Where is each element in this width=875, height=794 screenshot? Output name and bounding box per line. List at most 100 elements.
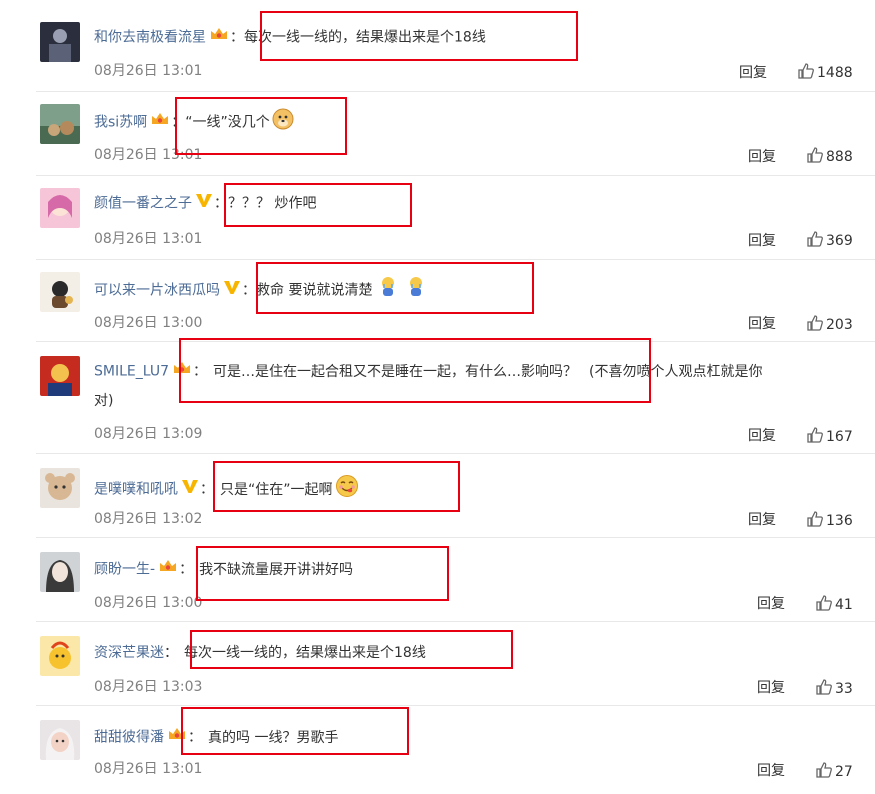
comment-item: 颜值一番之之子：？？？ 炒作吧 08月26日 13:01 回复 369 (0, 176, 875, 260)
comment-content: 只是“住在”一起啊 (220, 481, 333, 498)
comment-timestamp: 08月26日 13:09 (94, 426, 203, 442)
comment-item: 我si苏啊 ：“一线”没几个 08月26日 13:01 回复 888 (0, 92, 875, 176)
avatar[interactable] (40, 188, 80, 228)
thumbs-up-icon (807, 147, 823, 163)
like-button[interactable]: 369 (806, 230, 853, 249)
crying-figure-emoji-icon (406, 276, 426, 305)
comment-item: 是噗噗和吼吼：只是“住在”一起啊 08月26日 13:02 回复 136 (0, 454, 875, 538)
verified-v-badge-icon (195, 192, 213, 215)
username-link[interactable]: SMILE_LU7 (94, 364, 169, 380)
comment-item: SMILE_LU7：可是…是住在一起合租又不是睡在一起，有什么…影响吗？ (不喜勿… (0, 342, 875, 454)
comment-text: 是噗噗和吼吼：只是“住在”一起啊 (94, 474, 359, 505)
comment-content: 真的吗 一线？男歌手 (208, 729, 339, 746)
thumbs-up-icon (807, 511, 823, 527)
comment-timestamp: 08月26日 13:01 (94, 761, 203, 777)
reply-button[interactable]: 回复 (757, 677, 785, 697)
like-count: 369 (826, 233, 853, 249)
comment-text: 资深芒果迷： 每次一线一线的，结果爆出来是个18线 (94, 645, 426, 661)
thumbs-up-icon (816, 762, 832, 778)
crown-badge-icon (172, 360, 192, 383)
comment-text: 甜甜彼得潘：真的吗 一线？男歌手 (94, 726, 338, 749)
username-link[interactable]: 颜值一番之之子 (94, 196, 192, 212)
thumbs-up-icon (798, 63, 814, 79)
crown-badge-icon (158, 558, 178, 581)
like-count: 1488 (817, 65, 853, 81)
username-link[interactable]: 是噗噗和吼吼 (94, 482, 178, 498)
like-count: 41 (835, 597, 853, 613)
reply-button[interactable]: 回复 (748, 230, 776, 250)
comment-content-extra: (不喜勿喷个人观点杠就是你 (589, 363, 763, 380)
comment-content: “一线”没几个 (185, 114, 270, 131)
comment-timestamp: 08月26日 13:00 (94, 315, 203, 331)
username-link[interactable]: 顾盼一生- (94, 562, 155, 578)
comment-item: 可以来一片冰西瓜吗 ：救命 要说就说清楚 08月26日 13:00 回复 203 (0, 260, 875, 342)
reply-button[interactable]: 回复 (748, 509, 776, 529)
verified-v-badge-icon (223, 279, 241, 302)
like-button[interactable]: 167 (806, 426, 853, 445)
comment-content: 每次一线一线的，结果爆出来是个18线 (184, 645, 426, 661)
comment-item: 资深芒果迷： 每次一线一线的，结果爆出来是个18线 08月26日 13:03 回复… (0, 622, 875, 706)
thumbs-up-icon (807, 231, 823, 247)
comment-item: 甜甜彼得潘：真的吗 一线？男歌手 08月26日 13:01 回复 27 (0, 706, 875, 794)
like-button[interactable]: 888 (806, 146, 853, 165)
comment-timestamp: 08月26日 13:01 (94, 231, 203, 247)
avatar[interactable] (40, 356, 80, 396)
doge-emoji-icon (272, 108, 294, 137)
comment-text: SMILE_LU7：可是…是住在一起合租又不是睡在一起，有什么…影响吗？ (不喜勿… (94, 360, 762, 383)
comment-text: 和你去南极看流星 ：每次一线一线的，结果爆出来是个18线 (94, 26, 486, 49)
crown-badge-icon (150, 111, 170, 134)
avatar[interactable] (40, 720, 80, 760)
thumbs-up-icon (807, 427, 823, 443)
comment-content: 救命 要说就说清楚 (256, 282, 373, 299)
comment-text: 我si苏啊 ：“一线”没几个 (94, 108, 294, 137)
comment-timestamp: 08月26日 13:01 (94, 147, 203, 163)
like-count: 888 (826, 149, 853, 165)
like-button[interactable]: 1488 (797, 62, 853, 81)
like-count: 33 (835, 681, 853, 697)
avatar[interactable] (40, 272, 80, 312)
thumbs-up-icon (816, 595, 832, 611)
thumbs-up-icon (816, 679, 832, 695)
username-link[interactable]: 甜甜彼得潘 (94, 730, 164, 746)
reply-button[interactable]: 回复 (748, 425, 776, 445)
reply-button[interactable]: 回复 (757, 593, 785, 613)
comment-text: 顾盼一生-：我不缺流量展开讲讲好吗 (94, 558, 353, 581)
like-count: 167 (826, 429, 853, 445)
comment-text: 可以来一片冰西瓜吗 ：救命 要说就说清楚 (94, 276, 426, 305)
reply-button[interactable]: 回复 (739, 62, 767, 82)
comment-text: 颜值一番之之子：？？？ 炒作吧 (94, 192, 316, 215)
avatar[interactable] (40, 552, 80, 592)
crown-badge-icon (167, 726, 187, 749)
username-link[interactable]: 可以来一片冰西瓜吗 (94, 283, 220, 299)
comment-content: 可是…是住在一起合租又不是睡在一起，有什么…影响吗？ (213, 363, 577, 380)
comment-timestamp: 08月26日 13:01 (94, 63, 203, 79)
crying-figure-emoji-icon (378, 276, 398, 305)
comment-timestamp: 08月26日 13:02 (94, 511, 203, 527)
verified-v-badge-icon (181, 478, 199, 501)
avatar[interactable] (40, 22, 80, 62)
crown-badge-icon (209, 26, 229, 49)
yum-face-emoji-icon (335, 474, 359, 505)
like-count: 27 (835, 764, 853, 780)
comment-item: 和你去南极看流星 ：每次一线一线的，结果爆出来是个18线 08月26日 13:01… (0, 0, 875, 92)
reply-button[interactable]: 回复 (757, 760, 785, 780)
comment-content: 我不缺流量展开讲讲好吗 (199, 561, 354, 578)
comment-content-wrap: 对) (94, 393, 114, 409)
reply-button[interactable]: 回复 (748, 313, 776, 333)
like-button[interactable]: 136 (806, 510, 853, 529)
like-button[interactable]: 41 (815, 594, 853, 613)
reply-button[interactable]: 回复 (748, 146, 776, 166)
like-button[interactable]: 203 (806, 314, 853, 333)
comment-item: 顾盼一生-：我不缺流量展开讲讲好吗 08月26日 13:00 回复 41 (0, 538, 875, 622)
like-count: 203 (826, 317, 853, 333)
like-button[interactable]: 27 (815, 761, 853, 780)
username-link[interactable]: 我si苏啊 (94, 115, 147, 131)
username-link[interactable]: 和你去南极看流星 (94, 30, 206, 46)
username-link[interactable]: 资深芒果迷 (94, 645, 164, 661)
comment-timestamp: 08月26日 13:00 (94, 595, 203, 611)
avatar[interactable] (40, 636, 80, 676)
avatar[interactable] (40, 104, 80, 144)
like-button[interactable]: 33 (815, 678, 853, 697)
comment-timestamp: 08月26日 13:03 (94, 679, 203, 695)
avatar[interactable] (40, 468, 80, 508)
